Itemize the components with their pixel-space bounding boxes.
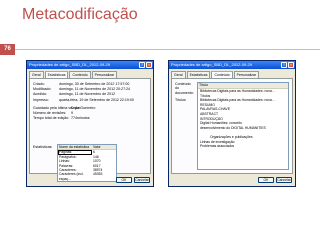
window-title: Propriedades de artigo_SBD_DL_2012-09-29 [29, 62, 110, 67]
tab-general[interactable]: Geral [29, 71, 44, 78]
title-rule [15, 49, 320, 50]
tab-general[interactable]: Geral [171, 71, 186, 78]
close-icon[interactable]: × [288, 62, 294, 68]
statistics-label: Estatísticas: [33, 145, 53, 149]
help-icon[interactable]: ? [139, 62, 145, 68]
statistics-panel: Criado: domingo, 30 de Setembro de 2012 1… [29, 78, 151, 183]
help-icon[interactable]: ? [281, 62, 287, 68]
window-title: Propriedades de artigo_SBD_DL_2012-09-29 [171, 62, 252, 67]
properties-window-statistics: Propriedades de artigo_SBD_DL_2012-09-29… [26, 60, 154, 187]
tab-bar: Geral Estatísticas Conteúdo Personalizar [171, 71, 293, 78]
document-content-label: Conteúdo do documento: [175, 82, 194, 95]
window-titlebar[interactable]: Propriedades de artigo_SBD_DL_2012-09-29… [169, 61, 295, 69]
list-item[interactable]: Bibliotecas Digitais para as Humanidades… [198, 89, 288, 94]
window-titlebar[interactable]: Propriedades de artigo_SBD_DL_2012-09-29… [27, 61, 153, 69]
slide-title: Metacodificação [22, 6, 138, 23]
prop-row: Impresso: quarta-feira, 19 de Setembro de… [33, 97, 134, 102]
tab-content[interactable]: Conteúdo [69, 71, 91, 78]
list-item[interactable]: Problemas associados [198, 144, 288, 149]
content-panel: Conteúdo do documento: Títulos Título Bi… [171, 78, 293, 174]
properties-window-content: Propriedades de artigo_SBD_DL_2012-09-29… [168, 60, 296, 187]
titles-list[interactable]: Título Bibliotecas Digitais para as Huma… [197, 82, 289, 170]
tab-bar: Geral Estatísticas Conteúdo Personalizar [29, 71, 151, 78]
tab-statistics[interactable]: Estatísticas [44, 71, 69, 78]
page-number: 76 [0, 44, 15, 55]
ok-button[interactable]: OK [258, 177, 274, 183]
titles-label: Títulos [175, 98, 186, 102]
tab-content[interactable]: Conteúdo [211, 71, 233, 78]
cancel-button[interactable]: Cancelar [276, 177, 292, 183]
tab-statistics[interactable]: Estatísticas [186, 71, 211, 78]
prop-row: Tempo total de edição: 774minutos [33, 116, 90, 121]
cancel-button[interactable]: Cancelar [134, 177, 150, 183]
tab-custom[interactable]: Personalizar [91, 71, 118, 78]
ok-button[interactable]: OK [116, 177, 132, 183]
tab-custom[interactable]: Personalizar [233, 71, 260, 78]
close-icon[interactable]: × [146, 62, 152, 68]
table-row[interactable]: Caracteres (incl. espaç... 45353 [58, 172, 116, 181]
statistics-table[interactable]: Nome da estatística Valor Páginas: 6 Pará… [57, 144, 117, 183]
